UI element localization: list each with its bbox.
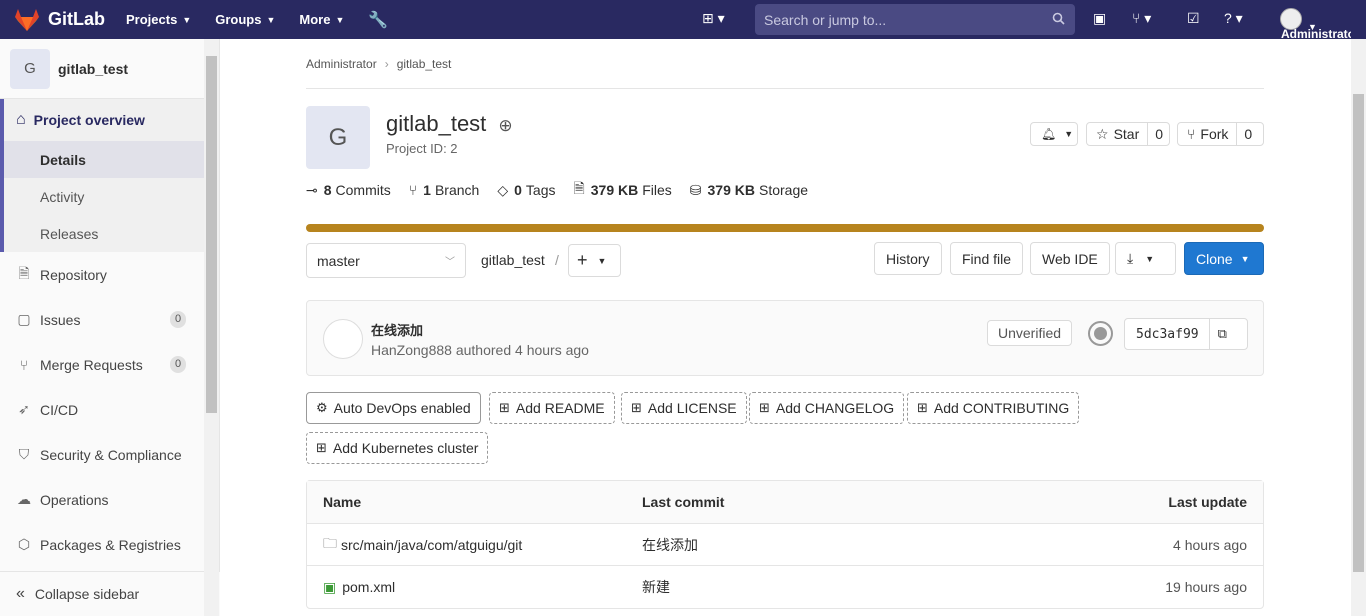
- tanuki-icon: [15, 8, 39, 31]
- package-icon: ⬡: [17, 536, 31, 552]
- sidebar-project-name: gitlab_test: [58, 60, 129, 77]
- sidebar-item-label: Repository: [40, 266, 107, 283]
- sidebar-item-issues[interactable]: ▢ Issues 0: [0, 297, 204, 342]
- groups-label: Groups: [215, 12, 262, 27]
- column-header-last-update: Last update: [1168, 494, 1247, 510]
- plus-square-icon: ⊞: [316, 440, 327, 455]
- last-commit-cell[interactable]: 在线添加: [642, 535, 698, 555]
- table-header: Name Last commit Last update: [307, 481, 1263, 524]
- table-row[interactable]: ▣ pom.xml 新建 19 hours ago: [307, 566, 1263, 608]
- file-name-cell[interactable]: ▣ pom.xml: [323, 579, 395, 596]
- folder-icon: 🗀: [323, 534, 337, 551]
- issues-icon: ▢: [17, 311, 31, 327]
- author-avatar[interactable]: [323, 319, 363, 359]
- brand-name: GitLab: [48, 9, 105, 29]
- sidebar-item-label: Security & Compliance: [40, 446, 182, 463]
- project-avatar: G: [10, 48, 50, 89]
- plus-square-icon: ⊞: [631, 400, 642, 415]
- xml-file-icon: ▣: [323, 578, 337, 595]
- auto-devops-label: Auto DevOps enabled: [333, 400, 471, 416]
- add-changelog-label: Add CHANGELOG: [775, 400, 895, 416]
- page-scrollbar[interactable]: [1351, 39, 1366, 616]
- sidebar-item-repository[interactable]: 🗎 Repository: [0, 252, 204, 297]
- home-icon: ⌂: [16, 111, 26, 128]
- commit-sha[interactable]: 5dc3af99: [1136, 327, 1199, 342]
- sidebar-project-overview-section: ⌂ Project overview Details Activity Rele…: [0, 99, 204, 252]
- add-kubernetes-label: Add Kubernetes cluster: [332, 440, 479, 456]
- last-update-cell: 4 hours ago: [1173, 536, 1247, 553]
- sidebar-subitem-activity[interactable]: Activity: [4, 178, 204, 215]
- chevron-down-icon: ▼: [266, 14, 276, 25]
- last-commit-cell[interactable]: 新建: [642, 577, 670, 597]
- plus-square-icon: ⊞: [499, 400, 510, 415]
- commit-meta: HanZong888 authored 4 hours ago: [371, 342, 589, 358]
- sidebar-item-operations[interactable]: ☁ Operations: [0, 477, 204, 522]
- add-contributing-button[interactable]: ⊞ Add CONTRIBUTING: [907, 392, 1080, 424]
- commit-time: 4 hours ago: [515, 342, 589, 358]
- chevron-down-icon: ▼: [182, 14, 192, 25]
- sidebar-item-project-overview[interactable]: ⌂ Project overview: [4, 99, 204, 141]
- sidebar-item-security[interactable]: ⛉ Security & Compliance: [0, 432, 204, 477]
- add-license-label: Add LICENSE: [647, 400, 737, 416]
- user-name: Administrator: [1281, 27, 1351, 41]
- sidebar-project-header[interactable]: G gitlab_test: [0, 39, 204, 99]
- cloud-gear-icon: ☁: [17, 491, 31, 507]
- sidebar-item-label: Packages & Registries: [40, 536, 181, 553]
- gitlab-logo[interactable]: GitLab: [14, 8, 105, 32]
- commit-author[interactable]: HanZong888: [371, 342, 452, 358]
- unverified-badge[interactable]: Unverified: [987, 320, 1073, 346]
- projects-menu[interactable]: Projects ▼: [126, 12, 191, 27]
- sidebar-item-label: Operations: [40, 491, 109, 508]
- groups-menu[interactable]: Groups ▼: [215, 12, 275, 27]
- count-badge: 0: [170, 311, 186, 328]
- sidebar-item-merge-requests[interactable]: ⑂ Merge Requests 0: [0, 342, 204, 387]
- add-contributing-label: Add CONTRIBUTING: [933, 400, 1070, 416]
- merge-request-icon: ⑂: [19, 356, 29, 373]
- add-license-button[interactable]: ⊞ Add LICENSE: [621, 392, 747, 424]
- gear-icon: ⚙: [316, 400, 328, 415]
- sidebar-item-label: Merge Requests: [40, 356, 143, 373]
- file-icon: 🗎: [18, 264, 30, 281]
- content-lower: 在线添加 HanZong888 authored 4 hours ago Unv…: [306, 0, 1264, 616]
- table-row[interactable]: 🗀 src/main/java/com/atguigu/git 在线添加 4 h…: [307, 524, 1263, 566]
- last-update-cell: 19 hours ago: [1165, 579, 1247, 595]
- sidebar: G gitlab_test ⌂ Project overview Details…: [0, 39, 220, 616]
- commit-message[interactable]: 在线添加: [371, 320, 423, 339]
- column-header-last-commit: Last commit: [642, 494, 725, 510]
- commit-sha-box: 5dc3af99 ⧉: [1124, 318, 1248, 350]
- auto-devops-button[interactable]: ⚙ Auto DevOps enabled: [306, 392, 481, 424]
- sidebar-scrollbar[interactable]: [204, 39, 219, 616]
- sidebar-item-cicd[interactable]: ➶ CI/CD: [0, 387, 204, 432]
- collapse-sidebar-button[interactable]: « Collapse sidebar: [0, 571, 220, 616]
- add-changelog-button[interactable]: ⊞ Add CHANGELOG: [749, 392, 905, 424]
- sidebar-item-label: Issues: [40, 311, 81, 328]
- plus-square-icon: ⊞: [917, 400, 928, 415]
- sidebar-item-packages[interactable]: ⬡ Packages & Registries: [0, 522, 204, 567]
- count-badge: 0: [170, 356, 186, 373]
- page-scrollbar-thumb[interactable]: [1353, 94, 1364, 572]
- plus-square-icon: ⊞: [759, 400, 770, 415]
- sidebar-scrollbar-thumb[interactable]: [206, 56, 217, 413]
- sidebar-item-label: CI/CD: [40, 401, 79, 418]
- pipeline-status-icon[interactable]: [1088, 321, 1113, 346]
- file-tree-table: Name Last commit Last update 🗀 src/main/…: [306, 480, 1264, 609]
- sidebar-subitem-releases[interactable]: Releases: [4, 215, 204, 252]
- collapse-sidebar-label: Collapse sidebar: [34, 586, 140, 602]
- rocket-icon: ➶: [18, 401, 30, 417]
- sidebar-subitem-details[interactable]: Details: [4, 141, 204, 178]
- commit-authored-label: authored: [455, 342, 512, 358]
- projects-label: Projects: [126, 12, 178, 27]
- add-readme-button[interactable]: ⊞ Add README: [489, 392, 615, 424]
- add-kubernetes-cluster-button[interactable]: ⊞ Add Kubernetes cluster: [306, 432, 489, 464]
- file-link[interactable]: pom.xml: [342, 579, 395, 595]
- file-name-cell[interactable]: 🗀 src/main/java/com/atguigu/git: [323, 533, 522, 557]
- add-readme-label: Add README: [515, 400, 605, 416]
- sidebar-item-label: Project overview: [33, 112, 145, 128]
- copy-icon[interactable]: ⧉: [1208, 319, 1235, 349]
- last-commit-panel: 在线添加 HanZong888 authored 4 hours ago Unv…: [306, 300, 1264, 376]
- shield-icon: ⛉: [18, 446, 30, 462]
- folder-link[interactable]: src/main/java/com/atguigu/git: [341, 537, 522, 553]
- double-chevron-left-icon: «: [16, 585, 25, 602]
- column-header-name: Name: [323, 494, 362, 510]
